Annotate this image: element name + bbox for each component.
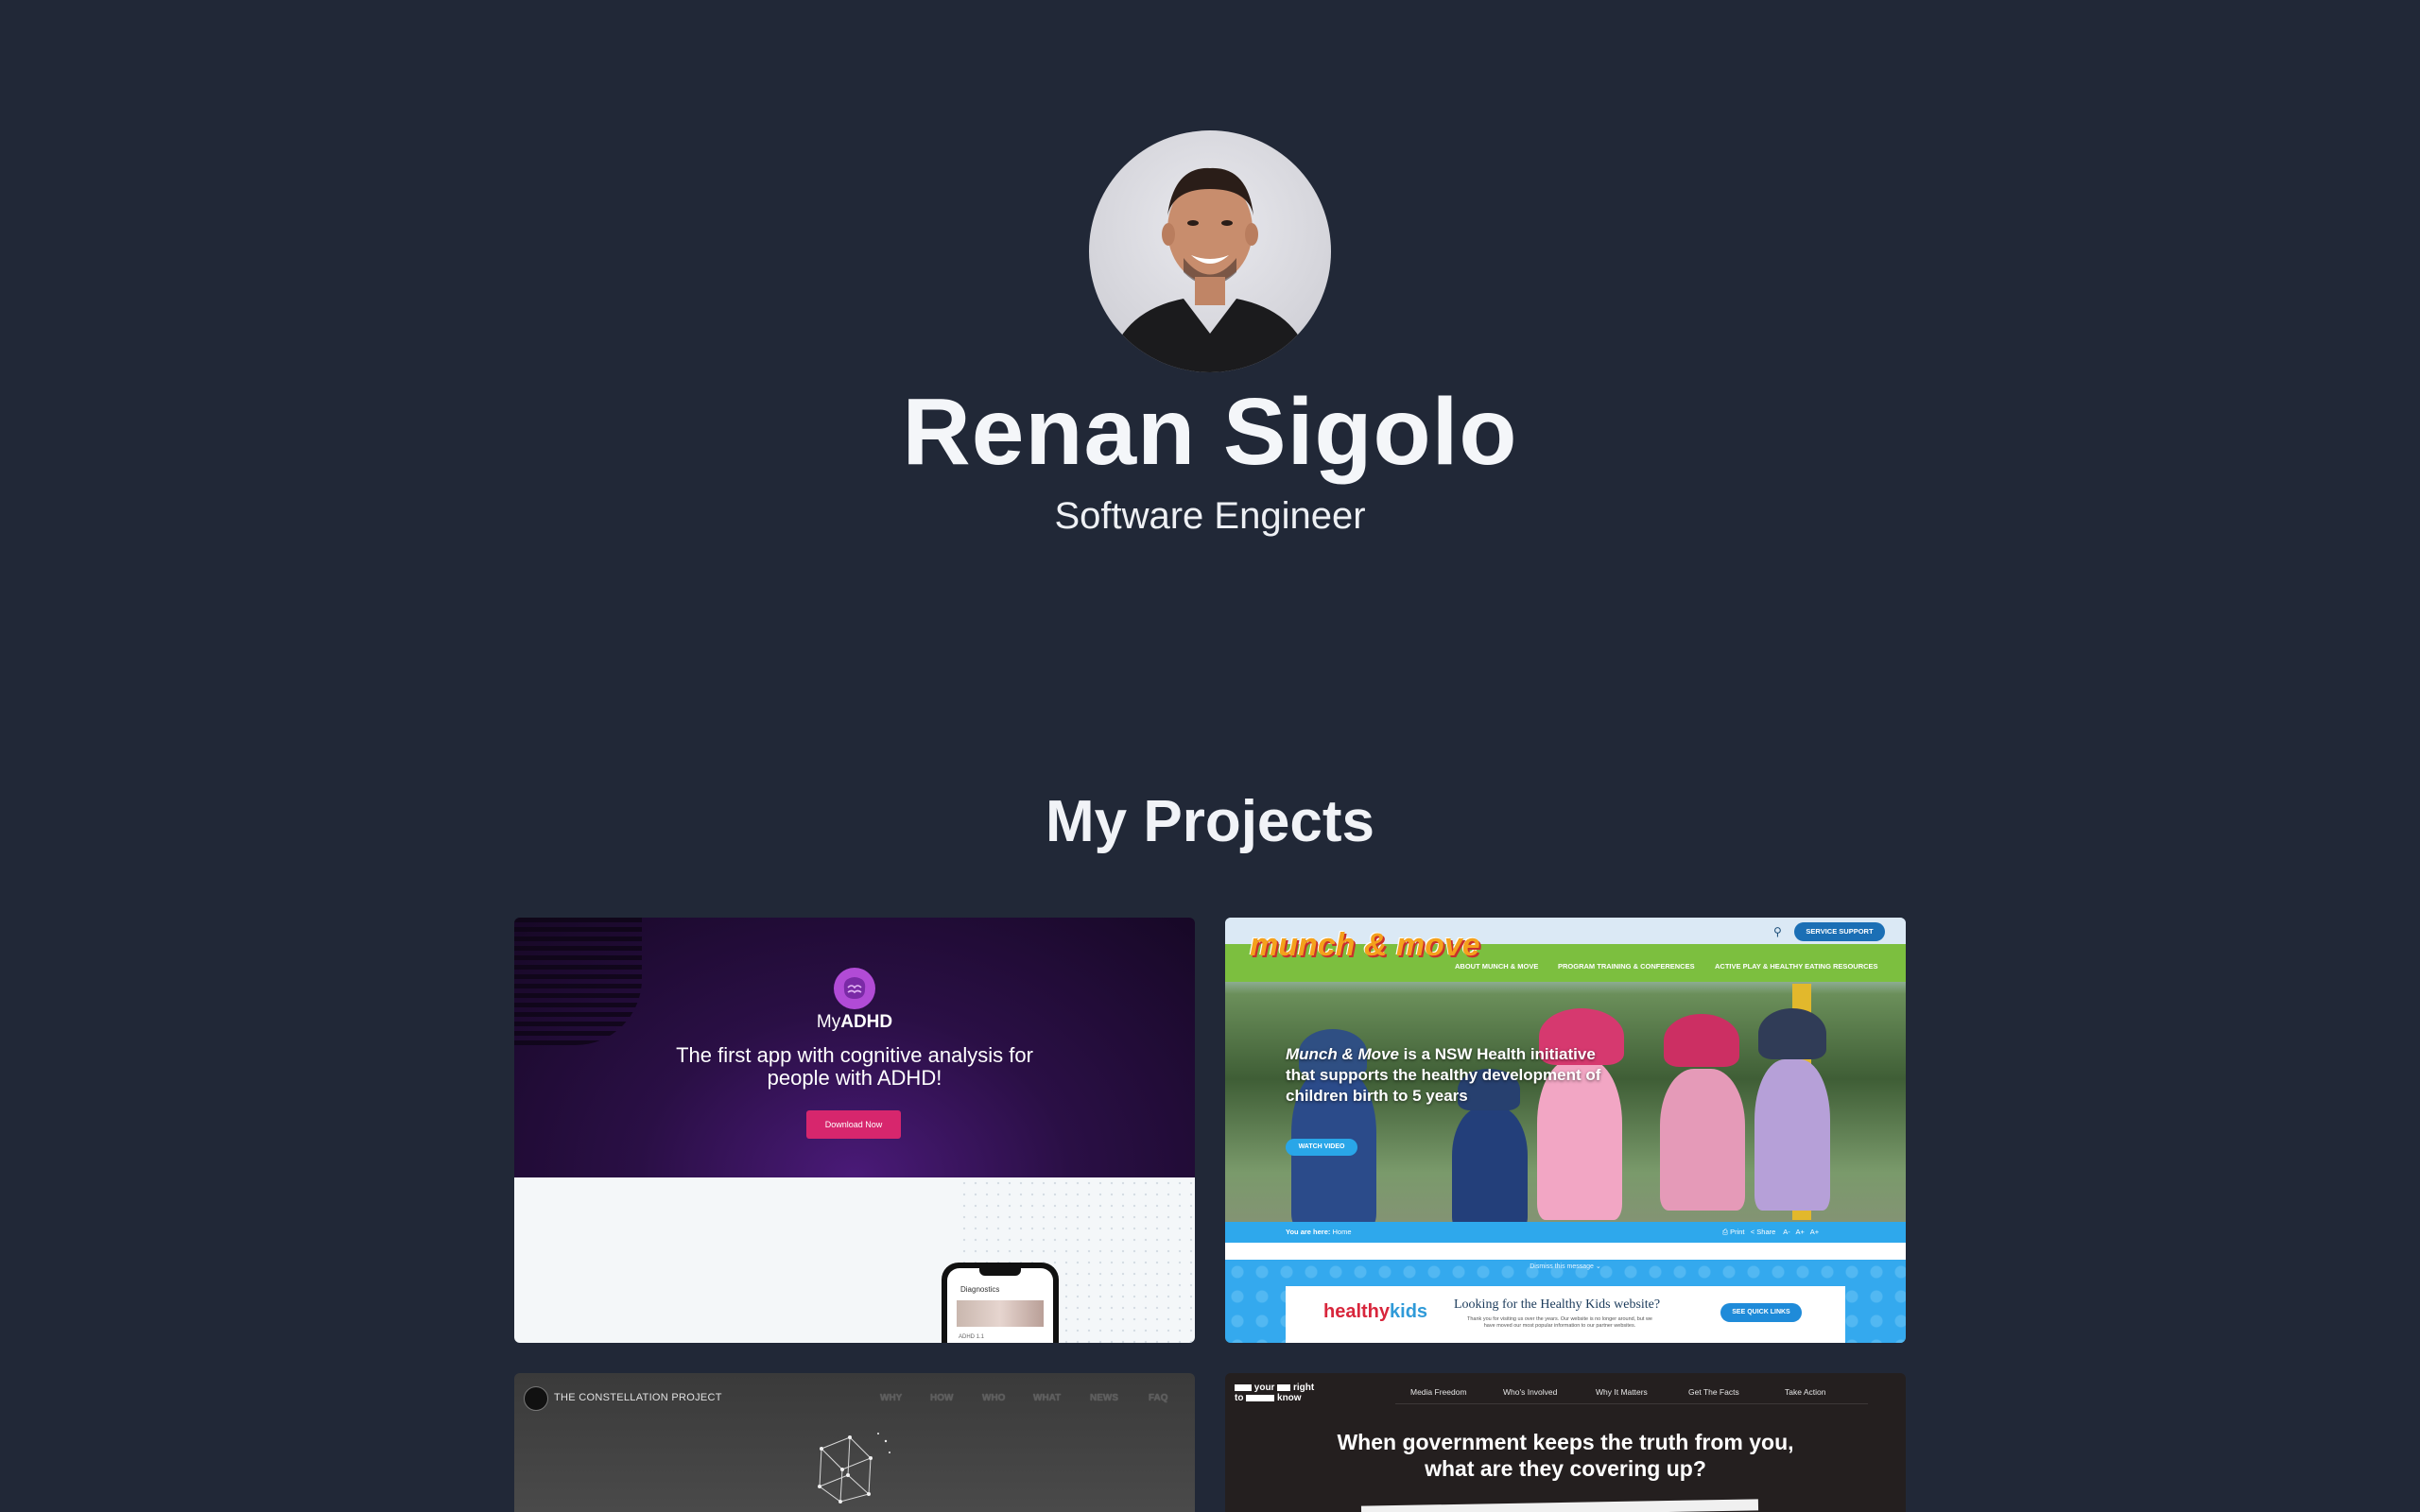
nav-item-get-the-facts[interactable]: Get The Facts <box>1688 1387 1739 1397</box>
constellation-logo-icon <box>524 1386 548 1411</box>
notice-text: Thank you for visiting us over the years… <box>1467 1316 1652 1329</box>
font-decrease-link[interactable]: A- <box>1783 1228 1790 1236</box>
project-card-munch-move[interactable]: munch & move ⚲ SERVICE SUPPORT ABOUT MUN… <box>1225 918 1906 1343</box>
phone-screen-title: Diagnostics <box>960 1285 1000 1294</box>
hero-headline: The first app with cognitive analysis fo… <box>676 1043 1033 1090</box>
divider <box>1225 1243 1906 1260</box>
brand-name: MyADHD <box>816 1012 893 1032</box>
nav-item-news[interactable]: NEWS <box>1090 1393 1118 1403</box>
projects-heading: My Projects <box>1045 789 1375 854</box>
share-icon: < <box>1750 1228 1755 1236</box>
nav-divider <box>1395 1403 1868 1404</box>
phone-mockup: Diagnostics ADHD 1.1 <box>942 1263 1059 1343</box>
healthy-kids-logo: healthykids <box>1323 1301 1428 1322</box>
constellation-cube-icon <box>818 1433 890 1503</box>
nav-item-faq[interactable]: FAQ <box>1149 1393 1168 1403</box>
nav-item-what[interactable]: WHAT <box>1033 1393 1061 1403</box>
profile-title: Software Engineer <box>1054 495 1366 537</box>
font-reset-link[interactable]: A+ <box>1796 1228 1805 1236</box>
nav-item-how[interactable]: HOW <box>930 1393 953 1403</box>
breadcrumb: You are here: Home <box>1286 1228 1352 1236</box>
project-card-myadhd[interactable]: MyADHD The first app with cognitive anal… <box>514 918 1195 1343</box>
site-title: THE CONSTELLATION PROJECT <box>554 1392 722 1403</box>
project-card-constellation[interactable]: THE CONSTELLATION PROJECT WHY HOW WHO WH… <box>514 1373 1195 1512</box>
nav-item-resources[interactable]: ACTIVE PLAY & HEALTHY EATING RESOURCES <box>1715 962 1878 971</box>
see-quick-links-button[interactable]: SEE QUICK LINKS <box>1720 1303 1802 1322</box>
project-preview-hero: MyADHD The first app with cognitive anal… <box>514 918 1195 1177</box>
share-link[interactable]: Share <box>1756 1228 1775 1236</box>
avatar <box>1089 130 1331 372</box>
nav-item-training[interactable]: PROGRAM TRAINING & CONFERENCES <box>1558 962 1695 971</box>
phone-screen-image <box>957 1300 1044 1327</box>
brain-icon <box>834 968 875 1009</box>
nav-item-about[interactable]: ABOUT MUNCH & MOVE <box>1455 962 1538 971</box>
nav-item-why[interactable]: WHY <box>880 1393 902 1403</box>
nav-item-whos-involved[interactable]: Who's Involved <box>1503 1387 1557 1397</box>
hero-headline: When government keeps the truth from you… <box>1337 1430 1794 1481</box>
nav-item-who[interactable]: WHO <box>982 1393 1005 1403</box>
download-button[interactable]: Download Now <box>806 1110 901 1139</box>
search-icon: ⚲ <box>1773 925 1782 938</box>
print-icon: ⎙ <box>1722 1228 1728 1236</box>
right-to-know-logo: your right to know <box>1235 1383 1315 1403</box>
nav-item-media-freedom[interactable]: Media Freedom <box>1410 1387 1467 1397</box>
service-support-button[interactable]: SERVICE SUPPORT <box>1794 922 1885 941</box>
project-preview-lower: Diagnostics ADHD 1.1 <box>514 1177 1195 1343</box>
project-card-right-to-know[interactable]: your right to know Media Freedom Who's I… <box>1225 1373 1906 1512</box>
nav-item-why-it-matters[interactable]: Why It Matters <box>1596 1387 1648 1397</box>
portrait-photo-icon <box>1108 167 1312 372</box>
healthy-kids-notice: healthykids Looking for the Healthy Kids… <box>1286 1286 1845 1343</box>
profile-name: Renan Sigolo <box>902 379 1518 485</box>
munch-move-logo: munch & move <box>1250 927 1480 963</box>
phone-screen-caption: ADHD 1.1 <box>959 1334 985 1340</box>
notice-title: Looking for the Healthy Kids website? <box>1454 1297 1661 1312</box>
chevron-down-icon: ⌄ <box>1595 1263 1601 1270</box>
hero-headline: Munch & Move is a NSW Health initiative … <box>1286 1045 1601 1105</box>
font-increase-link[interactable]: A+ <box>1810 1228 1819 1236</box>
page-tools: ⎙ Print < Share A- A+ A+ <box>1722 1228 1819 1237</box>
nav-item-take-action[interactable]: Take Action <box>1785 1387 1825 1397</box>
watch-video-button[interactable]: WATCH VIDEO <box>1286 1139 1357 1156</box>
print-link[interactable]: Print <box>1730 1228 1744 1236</box>
dismiss-message-link[interactable]: Dismiss this message ⌄ <box>1225 1263 1906 1270</box>
